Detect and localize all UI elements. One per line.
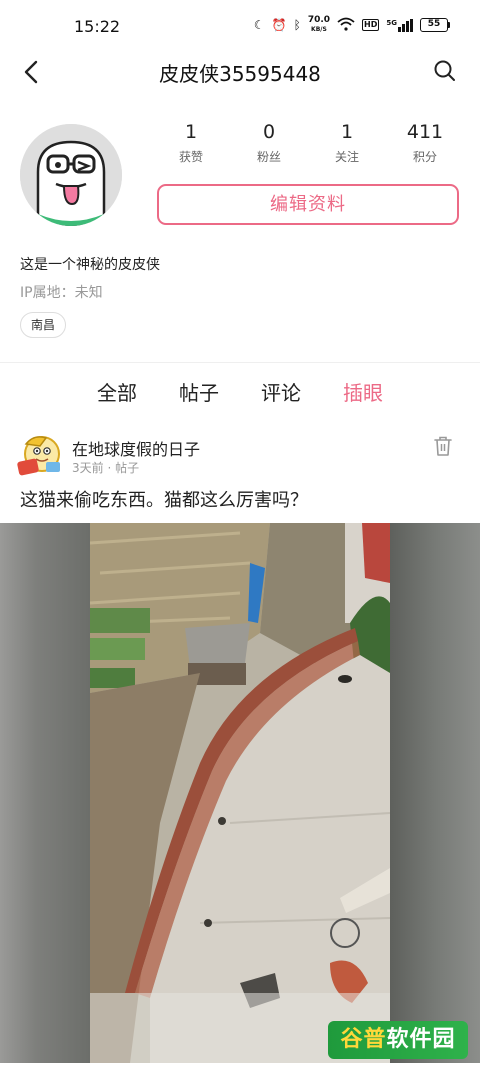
tab-bookmarks[interactable]: 插眼 (322, 378, 404, 410)
edit-profile-button[interactable]: 编辑资料 (157, 184, 459, 225)
stat-value: 0 (262, 121, 276, 143)
net-speed-value: 70.0 (307, 15, 331, 25)
stat-likes[interactable]: 1 获赞 (152, 118, 230, 165)
status-icons: ☾ ⏰ ᛒ 70.0 KB/S HD 5G 55 (254, 16, 450, 34)
stat-value: 1 (184, 121, 198, 143)
moon-icon: ☾ (253, 18, 265, 32)
divider (0, 362, 480, 363)
status-time: 15:22 (74, 17, 121, 36)
watermark-part2: 软件园 (386, 1027, 456, 1052)
post-meta: 3天前 · 帖子 (72, 461, 140, 475)
status-bar: 15:22 ☾ ⏰ ᛒ 70.0 KB/S HD 5G 55 (0, 0, 480, 52)
stat-value: 411 (406, 121, 444, 143)
hd-badge: HD (362, 19, 380, 31)
watermark-logo: 谷普软件园 (328, 1021, 468, 1059)
profile-bio: 这是一个神秘的皮皮侠 (20, 257, 160, 273)
post-image[interactable] (0, 523, 480, 1063)
tab-posts[interactable]: 帖子 (158, 378, 240, 410)
post-author-avatar[interactable] (16, 432, 64, 478)
stat-points[interactable]: 411 积分 (386, 118, 464, 165)
ip-location: IP属地：未知 (20, 285, 103, 301)
post-text: 这猫来偷吃东西。猫都这么厉害吗？ (20, 490, 308, 511)
battery-icon: 55 (420, 18, 450, 32)
alarm-icon: ⏰ (271, 18, 287, 32)
net-speed: 70.0 KB/S (308, 16, 330, 34)
post-photo (90, 523, 390, 1063)
stat-fans[interactable]: 0 粉丝 (230, 118, 308, 165)
stat-value: 1 (340, 121, 354, 143)
page-title: 皮皮侠35595448 (159, 62, 321, 86)
profile-tabs: 全部 帖子 评论 插眼 (0, 378, 480, 410)
bluetooth-icon: ᛒ (293, 18, 301, 32)
tab-comments[interactable]: 评论 (240, 378, 322, 410)
stat-label: 关注 (334, 150, 359, 164)
watermark-part1: 谷普 (340, 1027, 387, 1052)
trash-icon[interactable] (432, 434, 454, 458)
profile-stats: 1 获赞 0 粉丝 1 关注 411 积分 (152, 118, 472, 165)
tab-all[interactable]: 全部 (76, 378, 158, 410)
nav-bar: 皮皮侠35595448 (0, 52, 480, 92)
battery-level: 55 (420, 18, 448, 32)
location-tag[interactable]: 南昌 (20, 312, 67, 338)
search-icon[interactable] (432, 58, 458, 84)
wifi-icon (337, 17, 355, 34)
signal-icon: 5G (386, 18, 413, 32)
stat-following[interactable]: 1 关注 (308, 118, 386, 165)
signal-label: 5G (386, 18, 397, 27)
stat-label: 获赞 (178, 150, 203, 164)
net-speed-unit: KB/S (311, 26, 327, 33)
image-blur-right (390, 523, 480, 1063)
image-blur-left (0, 523, 90, 1063)
stat-label: 积分 (412, 150, 437, 164)
post-author-name[interactable]: 在地球度假的日子 (72, 436, 200, 460)
stat-label: 粉丝 (256, 150, 281, 164)
avatar[interactable] (20, 124, 122, 226)
